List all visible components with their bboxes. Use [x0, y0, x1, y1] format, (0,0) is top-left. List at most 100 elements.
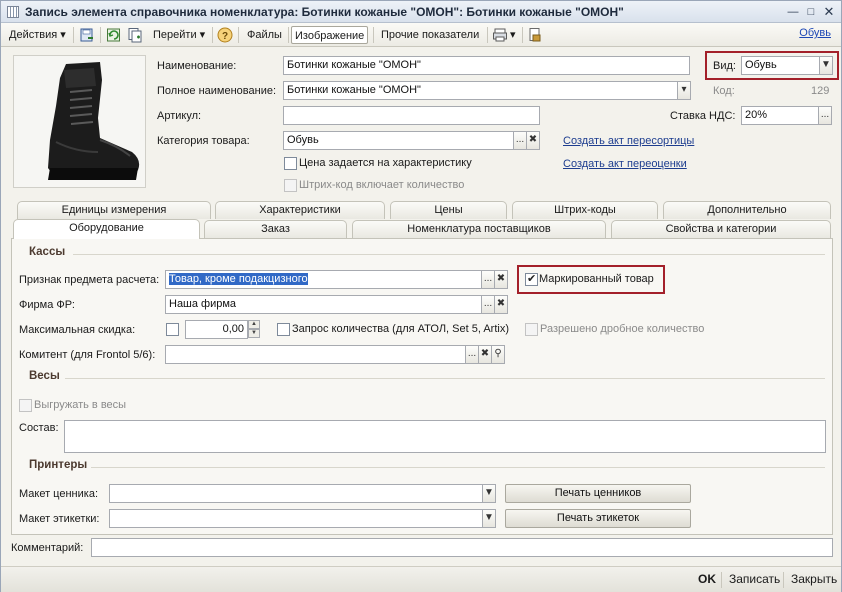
tab-prices[interactable]: Цены [390, 201, 507, 219]
komitent-select-button[interactable]: ... [465, 345, 479, 364]
tab-barcodes[interactable]: Штрих-коды [512, 201, 658, 219]
tab-characteristics[interactable]: Характеристики [215, 201, 385, 219]
save-close-icon[interactable] [79, 27, 95, 43]
vat-select-button[interactable]: ... [818, 106, 832, 125]
komitent-clear-icon[interactable]: ✖ [478, 345, 492, 364]
full-name-label: Полное наименование: [157, 85, 277, 97]
files-button[interactable]: Файлы [243, 26, 286, 44]
form-icon [7, 6, 19, 18]
minimize-icon[interactable]: — [785, 4, 801, 20]
window-title: Запись элемента справочника номенклатура… [25, 5, 624, 19]
tab-additional[interactable]: Дополнительно [663, 201, 831, 219]
help-icon[interactable]: ? [217, 27, 233, 43]
scales-divider [65, 378, 825, 379]
kind-select[interactable]: Обувь [741, 56, 821, 75]
barcode-includes-qty-checkbox[interactable] [284, 179, 297, 192]
composition-label: Состав: [19, 422, 59, 434]
boot-image [48, 62, 140, 180]
kind-dropdown-icon[interactable]: ▼ [819, 56, 833, 75]
kassy-divider [73, 254, 825, 255]
tab-properties-categories[interactable]: Свойства и категории [611, 220, 831, 238]
close-icon[interactable]: ✕ [821, 4, 837, 20]
print-dropdown-arrow-icon[interactable]: ▾ [510, 26, 516, 44]
barcode-includes-qty-label: Штрих-код включает количество [299, 179, 465, 191]
create-revaluation-act-link[interactable]: Создать акт переоценки [563, 158, 687, 170]
save-button[interactable]: Записать [729, 572, 780, 586]
actions-menu[interactable]: Действия ▾ [5, 26, 70, 44]
image-button[interactable]: Изображение [291, 26, 369, 44]
label-layout-select[interactable] [109, 509, 483, 528]
article-label: Артикул: [157, 110, 202, 122]
unload-to-scales-checkbox[interactable] [19, 399, 32, 412]
print-icon[interactable] [492, 27, 508, 43]
marked-goods-checkbox[interactable] [525, 272, 538, 286]
item-form-window: Запись элемента справочника номенклатура… [0, 0, 842, 592]
other-metrics-button[interactable]: Прочие показатели [377, 26, 483, 44]
category-select-button[interactable]: ... [513, 131, 527, 150]
firm-input[interactable]: Наша фирма [165, 295, 482, 314]
kind-help-link[interactable]: Обувь [799, 27, 831, 39]
firm-label: Фирма ФР: [19, 299, 75, 311]
name-input[interactable]: Ботинки кожаные "ОМОН" [283, 56, 690, 75]
spin-up-icon[interactable]: ▲ [248, 320, 260, 329]
subject-select-button[interactable]: ... [481, 270, 495, 289]
full-name-dropdown-icon[interactable]: ▾ [677, 81, 691, 100]
document-lock-icon[interactable] [527, 27, 543, 43]
price-by-characteristic-checkbox[interactable] [284, 157, 297, 170]
max-discount-checkbox[interactable] [166, 323, 179, 336]
spin-down-icon[interactable]: ▼ [248, 329, 260, 338]
tab-equipment[interactable]: Оборудование [13, 219, 200, 239]
full-name-input[interactable]: Ботинки кожаные "ОМОН" [283, 81, 678, 100]
tab-supplier-nomenclature[interactable]: Номенклатура поставщиков [352, 220, 606, 238]
scales-section-title: Весы [29, 370, 60, 382]
subject-input[interactable]: Товар, кроме подакцизного [165, 270, 482, 289]
title-bar: Запись элемента справочника номенклатура… [1, 1, 841, 23]
komitent-label: Комитент (для Frontol 5/6): [19, 349, 156, 361]
komitent-input[interactable] [165, 345, 466, 364]
max-discount-input[interactable]: 0,00 [185, 320, 248, 339]
print-price-tags-button[interactable]: Печать ценников [505, 484, 691, 503]
label-layout-label: Макет этикетки: [19, 513, 100, 525]
ok-button[interactable]: OK [698, 572, 716, 586]
komitent-search-icon[interactable]: ⚲ [491, 345, 505, 364]
category-clear-icon[interactable]: ✖ [526, 131, 540, 150]
subject-value: Товар, кроме подакцизного [169, 273, 308, 285]
article-input[interactable] [283, 106, 540, 125]
create-resort-act-link[interactable]: Создать акт пересортицы [563, 135, 694, 147]
fractional-allowed-checkbox[interactable] [525, 323, 538, 336]
qty-request-label: Запрос количества (для АТОЛ, Set 5, Arti… [292, 323, 509, 335]
category-label: Категория товара: [157, 135, 250, 147]
product-image[interactable] [13, 55, 146, 188]
comment-input[interactable] [91, 538, 833, 557]
fractional-allowed-label: Разрешено дробное количество [540, 323, 705, 335]
print-labels-button[interactable]: Печать этикеток [505, 509, 691, 528]
goto-menu[interactable]: Перейти ▾ [149, 26, 209, 44]
code-label: Код: [713, 85, 735, 97]
firm-clear-icon[interactable]: ✖ [494, 295, 508, 314]
price-tag-layout-select[interactable] [109, 484, 483, 503]
subject-clear-icon[interactable]: ✖ [494, 270, 508, 289]
firm-select-button[interactable]: ... [481, 295, 495, 314]
kind-label: Вид: [713, 60, 736, 72]
close-button[interactable]: Закрыть [791, 572, 837, 586]
tab-units[interactable]: Единицы измерения [17, 201, 211, 219]
copy-icon[interactable] [127, 27, 143, 43]
category-input[interactable]: Обувь [283, 131, 514, 150]
dropdown-arrow-icon: ▾ [199, 29, 206, 41]
kassy-section-title: Кассы [29, 246, 66, 258]
comment-label: Комментарий: [11, 542, 84, 554]
maximize-icon[interactable]: □ [803, 4, 819, 20]
composition-textarea[interactable] [64, 420, 826, 453]
refresh-icon[interactable] [106, 27, 122, 43]
label-layout-dropdown-icon[interactable]: ▼ [482, 509, 496, 528]
toolbar: Действия ▾ Перейти ▾ ? Файлы Изображение… [1, 23, 841, 47]
name-label: Наименование: [157, 60, 237, 72]
qty-request-checkbox[interactable] [277, 323, 290, 336]
price-tag-layout-dropdown-icon[interactable]: ▼ [482, 484, 496, 503]
printers-section-title: Принтеры [29, 459, 88, 471]
bottom-bar: OK Записать Закрыть [1, 566, 841, 592]
tab-order[interactable]: Заказ [204, 220, 347, 238]
printers-divider [91, 467, 825, 468]
vat-input[interactable]: 20% [741, 106, 819, 125]
max-discount-label: Максимальная скидка: [19, 324, 136, 336]
